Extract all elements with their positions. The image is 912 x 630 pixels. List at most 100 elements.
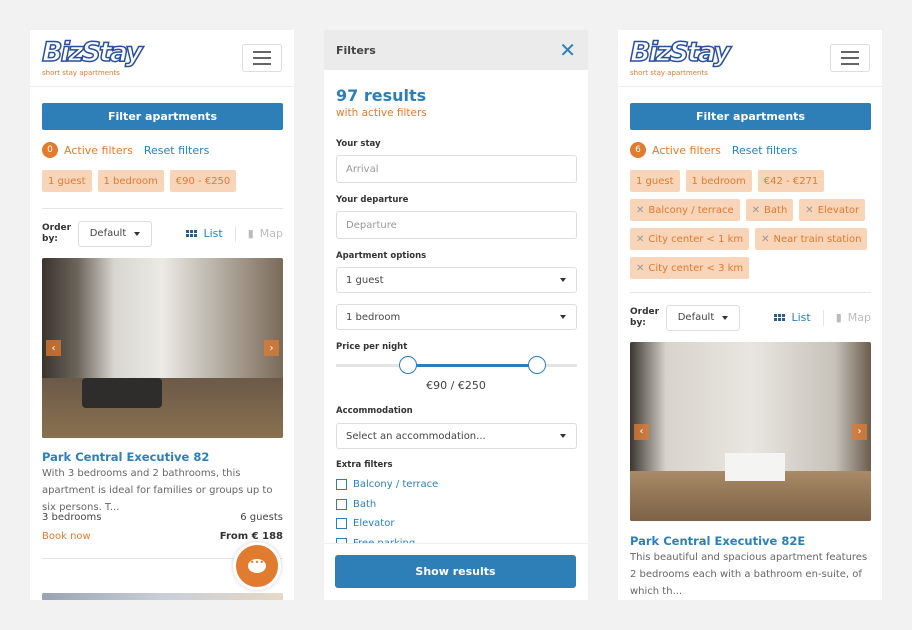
price-slider[interactable] <box>336 356 577 374</box>
results-count: 97 results <box>336 86 427 105</box>
apartment-photo[interactable]: ‹ › <box>42 258 283 438</box>
active-count-badge: 6 <box>630 142 646 158</box>
tagline: short stay apartments <box>630 69 708 77</box>
order-by-label: Order by: <box>630 306 660 328</box>
filters-header: Filters ✕ <box>324 30 588 70</box>
next-photo-button[interactable]: › <box>264 340 279 356</box>
divider <box>630 292 871 293</box>
filter-chip[interactable]: €42 - €271 <box>757 170 825 192</box>
bedrooms-select[interactable]: 1 bedroom <box>336 304 577 330</box>
removable-filter-chip[interactable]: ✕ Bath <box>745 199 794 221</box>
price-range-fill <box>408 364 537 367</box>
listing-title[interactable]: Park Central Executive 82 <box>42 450 209 464</box>
filter-chip[interactable]: 1 bedroom <box>97 170 164 192</box>
divider <box>42 208 283 209</box>
map-icon: ▮ <box>247 227 254 240</box>
header: BizStay short stay apartments <box>30 30 294 87</box>
remove-icon[interactable]: ✕ <box>636 263 644 274</box>
apartment-photo[interactable] <box>42 593 283 600</box>
filter-apartments-button[interactable]: Filter apartments <box>630 103 871 130</box>
menu-button[interactable] <box>242 44 282 72</box>
accommodation-label: Accommodation <box>336 406 413 416</box>
remove-icon[interactable]: ✕ <box>752 205 760 216</box>
price-value: €90 / €250 <box>426 379 486 392</box>
chat-button[interactable]: ••• <box>233 542 281 590</box>
listing-description: This beautiful and spacious apartment fe… <box>630 552 868 597</box>
mobile-list-view-filtered: BizStay short stay apartments Filter apar… <box>618 30 882 600</box>
listing-title[interactable]: Park Central Executive 82E <box>630 534 805 548</box>
reset-filters-link[interactable]: Reset filters <box>732 144 798 157</box>
hamburger-icon <box>841 51 859 53</box>
extra-filters-label: Extra filters <box>336 460 393 470</box>
bizstay-logo[interactable]: BizStay short stay apartments <box>629 37 731 77</box>
remove-icon[interactable]: ✕ <box>805 205 813 216</box>
header: BizStay short stay apartments <box>618 30 882 87</box>
list-view-toggle[interactable]: List <box>203 227 222 240</box>
removable-filter-chip[interactable]: ✕ Balcony / terrace <box>630 199 740 221</box>
map-icon: ▮ <box>835 311 842 324</box>
active-filters-label: Active filters <box>652 143 721 157</box>
departure-label: Your departure <box>336 195 409 205</box>
caret-down-icon <box>722 315 729 320</box>
apartment-photo[interactable]: ‹ › <box>630 342 871 521</box>
bedrooms-count: 3 bedrooms <box>42 512 102 523</box>
next-photo-button[interactable]: › <box>852 423 867 440</box>
guests-select[interactable]: 1 guest <box>336 267 577 293</box>
prev-photo-button[interactable]: ‹ <box>46 340 61 356</box>
price-max-handle[interactable] <box>528 356 546 374</box>
order-by-label: Order by: <box>42 222 72 244</box>
list-view-toggle[interactable]: List <box>791 311 810 324</box>
book-now-link[interactable]: Book now <box>42 531 91 542</box>
bizstay-logo[interactable]: BizStay short stay apartments <box>41 37 143 77</box>
mobile-list-view: BizStay short stay apartments Filter apar… <box>30 30 294 600</box>
remove-icon[interactable]: ✕ <box>636 205 644 216</box>
results-subtitle: with active filters <box>336 107 427 119</box>
show-results-button[interactable]: Show results <box>335 555 576 588</box>
close-icon[interactable]: ✕ <box>559 38 576 62</box>
order-select[interactable]: Default <box>666 304 740 331</box>
prev-photo-button[interactable]: ‹ <box>634 423 649 440</box>
remove-icon[interactable]: ✕ <box>636 234 644 245</box>
removable-filter-chip[interactable]: ✕ City center < 3 km <box>630 257 750 279</box>
removable-filter-chip[interactable]: ✕ Elevator <box>799 199 866 221</box>
tagline: short stay apartments <box>42 69 120 77</box>
caret-down-icon <box>560 315 566 319</box>
caret-down-icon <box>560 434 566 438</box>
guests-count: 6 guests <box>240 512 283 523</box>
filters-title: Filters <box>336 43 376 57</box>
chat-bubble-icon: ••• <box>248 559 266 573</box>
caret-down-icon <box>560 278 566 282</box>
reset-filters-link[interactable]: Reset filters <box>144 144 210 157</box>
filters-footer: Show results <box>324 543 588 600</box>
price-label: Price per night <box>336 342 408 352</box>
extra-filter-checkbox[interactable]: Elevator <box>336 518 394 529</box>
listing-price: From € 188 <box>219 531 283 542</box>
filter-chip[interactable]: 1 bedroom <box>685 170 752 192</box>
grid-icon <box>186 230 198 237</box>
price-min-handle[interactable] <box>399 356 417 374</box>
caret-down-icon <box>134 231 141 236</box>
extra-filter-checkbox[interactable]: Bath <box>336 499 376 510</box>
filter-apartments-button[interactable]: Filter apartments <box>42 103 283 130</box>
filters-panel: Filters ✕ 97 results with active filters … <box>324 30 588 600</box>
removable-filter-chip[interactable]: ✕ City center < 1 km <box>630 228 750 250</box>
listing-description: With 3 bedrooms and 2 bathrooms, this ap… <box>42 468 273 513</box>
active-count-badge: 0 <box>42 142 58 158</box>
remove-icon[interactable]: ✕ <box>761 234 769 245</box>
menu-button[interactable] <box>830 44 870 72</box>
grid-icon <box>774 314 786 321</box>
order-select[interactable]: Default <box>78 220 152 247</box>
hamburger-icon <box>253 51 271 53</box>
departure-input[interactable]: Departure <box>336 211 577 239</box>
arrival-input[interactable]: Arrival <box>336 155 577 183</box>
filter-chip[interactable]: 1 guest <box>42 170 92 192</box>
map-view-toggle[interactable]: Map <box>848 311 871 324</box>
map-view-toggle[interactable]: Map <box>260 227 283 240</box>
options-label: Apartment options <box>336 251 427 261</box>
accommodation-select[interactable]: Select an accommodation... <box>336 423 577 449</box>
filter-chip[interactable]: €90 - €250 <box>169 170 237 192</box>
extra-filter-checkbox[interactable]: Balcony / terrace <box>336 479 438 490</box>
removable-filter-chip[interactable]: ✕ Near train station <box>755 228 868 250</box>
filter-chip[interactable]: 1 guest <box>630 170 680 192</box>
active-filters-label: Active filters <box>64 143 133 157</box>
